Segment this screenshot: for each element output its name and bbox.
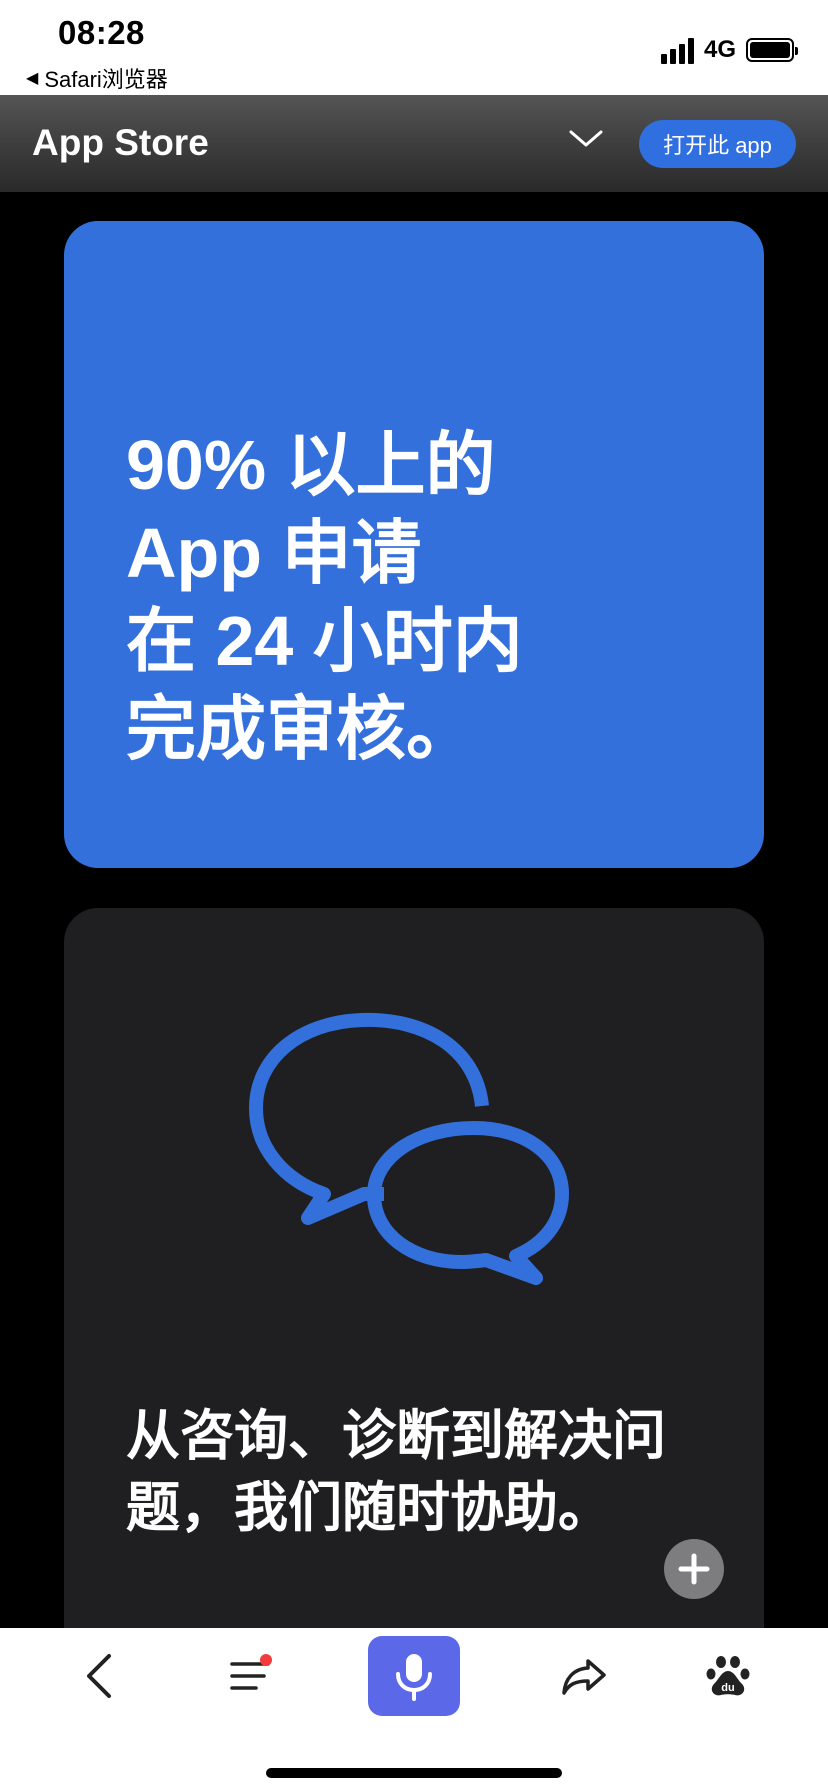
page-content[interactable]: 90% 以上的 App 申请 在 24 小时内 完成审核。 从咨询、诊断到解决问… — [0, 192, 828, 1628]
status-bar: 08:28 ◀ Safari浏览器 4G — [0, 0, 828, 95]
battery-icon — [746, 38, 798, 62]
notification-dot — [260, 1654, 272, 1666]
back-triangle-icon: ◀ — [26, 70, 39, 87]
back-to-app-link[interactable]: ◀ Safari浏览器 — [26, 62, 168, 94]
share-icon — [562, 1659, 606, 1695]
chat-bubbles-icon — [249, 1012, 569, 1285]
review-headline: 90% 以上的 App 申请 在 24 小时内 完成审核。 — [126, 421, 523, 773]
back-app-label: Safari浏览器 — [44, 67, 168, 92]
review-line: 在 24 小时内 — [126, 602, 523, 680]
network-type: 4G — [703, 36, 736, 63]
support-card: 从咨询、诊断到解决问 题，我们随时协助。 — [64, 908, 764, 1628]
review-line: 90% 以上的 — [126, 426, 496, 504]
support-line: 题，我们随时协助。 — [126, 1478, 612, 1538]
menu-button[interactable] — [222, 1636, 278, 1716]
bottom-toolbar: du — [0, 1628, 828, 1792]
back-button[interactable] — [72, 1636, 124, 1716]
support-caption: 从咨询、诊断到解决问 题，我们随时协助。 — [126, 1400, 666, 1544]
plus-icon — [678, 1553, 710, 1585]
baidu-button[interactable]: du — [700, 1636, 756, 1716]
voice-search-button[interactable] — [368, 1636, 460, 1716]
chevron-down-icon[interactable] — [568, 127, 604, 149]
support-line: 从咨询、诊断到解决问 — [126, 1406, 666, 1466]
open-app-button[interactable]: 打开此 app — [639, 120, 796, 168]
cellular-signal-icon — [660, 36, 694, 64]
review-line: App 申请 — [126, 514, 422, 592]
microphone-icon — [396, 1654, 432, 1701]
expand-plus-button[interactable] — [664, 1539, 724, 1599]
baidu-paw-icon: du — [706, 1656, 750, 1696]
app-store-banner: App Store 打开此 app — [0, 95, 828, 192]
back-icon — [87, 1654, 111, 1698]
app-title: App Store — [32, 122, 209, 163]
home-indicator[interactable] — [266, 1768, 562, 1778]
status-indicators: 4G — [660, 36, 798, 64]
share-button[interactable] — [556, 1636, 612, 1716]
review-card: 90% 以上的 App 申请 在 24 小时内 完成审核。 — [64, 221, 764, 868]
svg-text:du: du — [721, 1682, 734, 1694]
review-line: 完成审核。 — [126, 690, 476, 768]
status-time: 08:28 — [58, 14, 145, 51]
